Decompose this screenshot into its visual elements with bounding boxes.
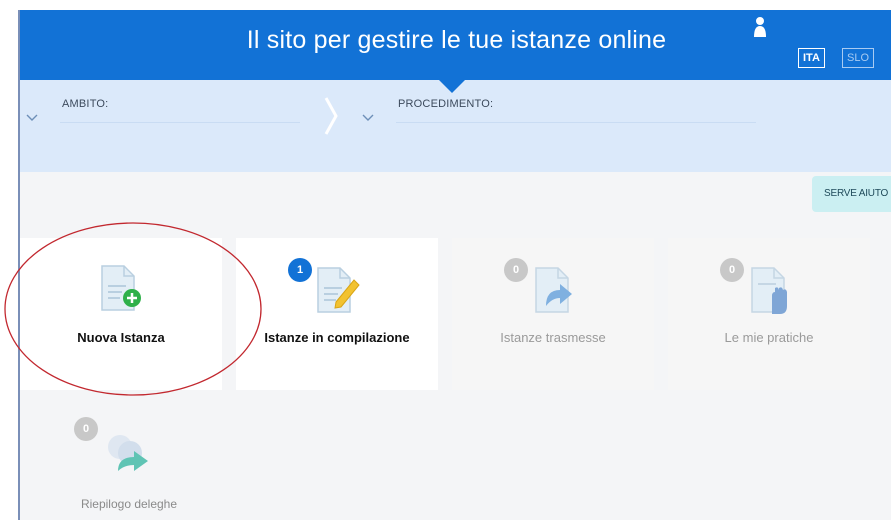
page-frame: Il sito per gestire le tue istanze onlin…	[18, 10, 891, 520]
card-label: Nuova Istanza	[77, 330, 165, 345]
document-hand-icon	[751, 267, 787, 314]
count-badge: 1	[288, 258, 312, 282]
procedimento-select[interactable]	[396, 122, 756, 123]
document-send-icon	[535, 267, 572, 313]
card-le-mie-pratiche[interactable]: 0 Le mie pratiche	[668, 238, 870, 390]
new-document-add-icon	[101, 265, 141, 311]
count-badge: 0	[504, 258, 528, 282]
document-edit-icon	[317, 267, 360, 313]
language-ita-button[interactable]: ITA	[798, 48, 825, 68]
ambito-chevron-down-icon[interactable]	[26, 114, 38, 122]
ambito-label: AMBITO:	[62, 98, 109, 110]
count-badge: 0	[74, 417, 98, 441]
ambito-select[interactable]	[60, 122, 300, 123]
card-label: Istanze in compilazione	[264, 330, 410, 345]
delegation-share-icon	[108, 435, 148, 471]
filter-band: AMBITO: PROCEDIMENTO:	[20, 80, 891, 172]
card-istanze-in-compilazione[interactable]: 1 Istanze in compilazione	[236, 238, 438, 390]
language-slo-button[interactable]: SLO	[842, 48, 875, 68]
card-riepilogo-deleghe[interactable]: 0 Riepilogo deleghe	[64, 405, 194, 520]
card-label: Le mie pratiche	[724, 330, 814, 345]
card-label: Istanze trasmesse	[500, 330, 606, 345]
help-button[interactable]: SERVE AIUTO	[812, 176, 891, 212]
card-istanze-trasmesse[interactable]: 0 Istanze trasmesse	[452, 238, 654, 390]
procedimento-label: PROCEDIMENTO:	[398, 98, 494, 110]
procedimento-chevron-down-icon[interactable]	[362, 114, 374, 122]
user-icon[interactable]	[753, 16, 767, 38]
count-badge: 0	[720, 258, 744, 282]
header-pointer-notch	[438, 79, 466, 93]
card-label: Riepilogo deleghe	[80, 497, 178, 511]
top-header: Il sito per gestire le tue istanze onlin…	[20, 10, 891, 80]
filter-separator-chevron-icon	[324, 97, 338, 135]
card-nuova-istanza[interactable]: Nuova Istanza	[20, 238, 222, 390]
